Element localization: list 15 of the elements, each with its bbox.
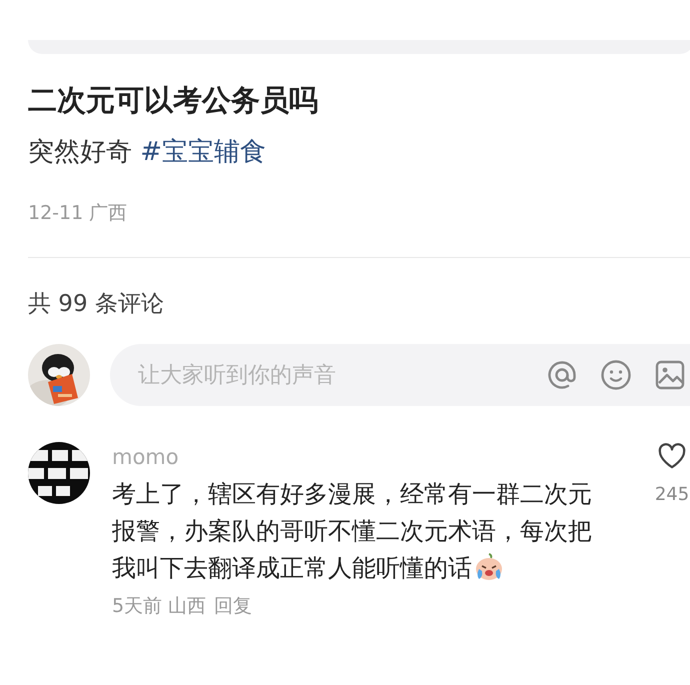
post-text: 突然好奇 #宝宝辅食 [28,136,268,169]
comment-input-field[interactable]: 让大家听到你的声音 [110,344,690,406]
mention-icon[interactable] [546,359,578,391]
comment-count: 共 99 条评论 [28,290,165,319]
like-count: 245 [654,484,690,505]
comment-text: 考上了，辖区有好多漫展，经常有一群二次元报警，办案队的哥听不懂二次元术语，每次把我叫下去翻译成正常人能听懂的话 [112,479,593,584]
hashtag-link[interactable]: #宝宝辅食 [140,137,266,167]
post-title: 二次元可以考公务员吗 [28,82,319,119]
emoji-icon[interactable] [600,359,632,391]
comment-username[interactable]: momo [112,444,632,470]
post-meta: 12-11 广西 [28,201,128,226]
reply-link[interactable]: 回复 [214,593,252,619]
heart-icon[interactable] [657,442,687,470]
image-icon[interactable] [654,359,686,391]
comment-meta: 5天前 山西 [112,594,206,619]
